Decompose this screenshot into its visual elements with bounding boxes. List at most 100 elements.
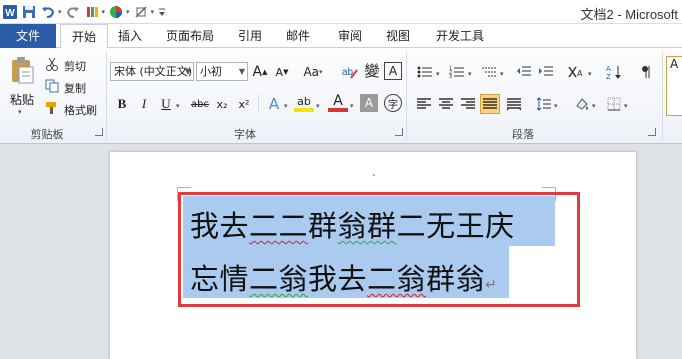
- save-icon[interactable]: [21, 4, 37, 20]
- underline-button[interactable]: U: [156, 94, 176, 114]
- color-dropdown-icon[interactable]: ▾: [126, 8, 130, 16]
- bullets-icon[interactable]: [414, 62, 436, 82]
- phonetic-guide-button[interactable]: 變: [362, 60, 382, 80]
- group-separator: [662, 52, 663, 140]
- align-left-icon[interactable]: [414, 94, 434, 114]
- numbering-dropdown-icon[interactable]: ▾: [468, 70, 472, 78]
- increase-indent-icon[interactable]: [536, 62, 556, 82]
- show-marks-icon[interactable]: [636, 62, 656, 82]
- shrink-font-button[interactable]: A ▼: [272, 62, 292, 82]
- align-right-icon[interactable]: [458, 94, 478, 114]
- subscript-button[interactable]: x₂: [212, 94, 232, 114]
- styles-gallery[interactable]: A: [666, 56, 682, 116]
- paragraph-launcher-icon[interactable]: [648, 128, 656, 136]
- tab-developer[interactable]: 开发工具: [430, 24, 490, 48]
- shading-icon[interactable]: [572, 94, 592, 114]
- tab-mailings[interactable]: 邮件: [280, 24, 316, 48]
- tab-insert[interactable]: 插入: [112, 24, 148, 48]
- format-dropdown-icon[interactable]: ▾: [102, 8, 106, 16]
- font-name-select[interactable]: 宋体 (中文正文) ▼: [110, 62, 194, 81]
- chinese-layout-dropdown-icon[interactable]: ▾: [588, 70, 592, 78]
- text-effect-dropdown-icon[interactable]: ▾: [284, 102, 288, 110]
- multilevel-list-icon[interactable]: [478, 62, 500, 82]
- paste-dropdown-icon[interactable]: ▾: [18, 108, 22, 116]
- strikethrough-button[interactable]: abc: [188, 94, 212, 114]
- color-icon[interactable]: [108, 4, 124, 20]
- numbering-icon[interactable]: 123: [446, 62, 468, 82]
- paragraph-group-label: 段落: [512, 128, 534, 141]
- tab-view[interactable]: 视图: [380, 24, 416, 48]
- redo-icon[interactable]: [65, 4, 81, 20]
- cut-label[interactable]: 剪切: [64, 58, 86, 74]
- font-row-separator: [258, 94, 259, 114]
- format-painter-label[interactable]: 格式刷: [64, 102, 97, 118]
- character-border-button[interactable]: A: [384, 62, 402, 80]
- enclose-characters-button[interactable]: 字: [384, 94, 402, 112]
- font-size-dropdown-icon: ▼: [238, 67, 245, 76]
- clipboard-group-label: 剪贴板: [30, 128, 64, 141]
- italic-button[interactable]: I: [134, 94, 154, 114]
- font-launcher-icon[interactable]: [395, 128, 403, 136]
- ribbon: 粘贴 ▾ 剪切 复制 格式刷 剪贴板 宋体 (中文正文) ▼ 小初 ▼ A ▲ A…: [0, 48, 682, 144]
- customize-icon[interactable]: [157, 4, 167, 20]
- margin-corner-mark: [542, 187, 556, 188]
- font-name-dropdown-icon: ▼: [184, 67, 191, 76]
- font-color-dropdown-icon[interactable]: ▾: [350, 102, 354, 110]
- styles-gallery-preview: A: [670, 57, 679, 71]
- borders-icon[interactable]: [604, 94, 624, 114]
- svg-text:A: A: [606, 65, 611, 73]
- sort-icon[interactable]: AZ: [604, 62, 624, 82]
- paste-icon[interactable]: [8, 54, 36, 86]
- format-painter-icon[interactable]: [84, 4, 100, 20]
- group-separator: [406, 52, 407, 140]
- bold-button[interactable]: B: [112, 94, 132, 114]
- shrink-font-label: A: [275, 65, 284, 79]
- character-shading-button[interactable]: A: [360, 94, 378, 112]
- text-effect-button[interactable]: A: [264, 94, 284, 114]
- font-color-button[interactable]: A: [328, 93, 348, 112]
- tab-file[interactable]: 文件: [0, 24, 56, 48]
- title-bar: W ▾ ▾ ▾ ▾ 文档2 - Microsoft: [0, 0, 682, 24]
- shading-dropdown-icon[interactable]: ▾: [592, 102, 596, 110]
- cursor-dot: [373, 174, 375, 176]
- chinese-layout-icon[interactable]: A: [564, 62, 588, 82]
- paste-label[interactable]: 粘贴: [10, 91, 34, 108]
- font-name-value: 宋体 (中文正文): [114, 65, 193, 78]
- undo-dropdown-icon[interactable]: ▾: [58, 8, 62, 16]
- tab-review[interactable]: 审阅: [332, 24, 368, 48]
- change-case-label: Aa: [303, 65, 320, 79]
- distributed-icon[interactable]: [504, 94, 524, 114]
- tab-page-layout[interactable]: 页面布局: [160, 24, 220, 48]
- margin-corner-mark: [177, 187, 191, 188]
- copy-label[interactable]: 复制: [64, 80, 86, 96]
- decrease-indent-icon[interactable]: [514, 62, 534, 82]
- change-case-button[interactable]: Aa ▾: [300, 62, 326, 82]
- highlight-button[interactable]: ab: [294, 94, 314, 112]
- line-spacing-dropdown-icon[interactable]: ▾: [554, 102, 558, 110]
- tab-home[interactable]: 开始: [60, 24, 108, 49]
- font-size-select[interactable]: 小初 ▼: [196, 62, 248, 81]
- clear-format-button[interactable]: ab: [340, 62, 360, 82]
- ribbon-tabs: 文件 开始 插入 页面布局 引用 邮件 审阅 视图 开发工具: [0, 24, 682, 49]
- copy-icon[interactable]: [44, 78, 60, 94]
- cut-icon[interactable]: [44, 56, 60, 72]
- clipboard-launcher-icon[interactable]: [95, 128, 103, 136]
- underline-dropdown-icon[interactable]: ▾: [176, 102, 180, 110]
- borders-dropdown-icon[interactable]: ▾: [624, 102, 628, 110]
- tab-references[interactable]: 引用: [232, 24, 268, 48]
- line-spacing-icon[interactable]: [534, 94, 554, 114]
- multilevel-dropdown-icon[interactable]: ▾: [500, 70, 504, 78]
- superscript-button[interactable]: x²: [234, 94, 254, 114]
- highlight-dropdown-icon[interactable]: ▾: [316, 102, 320, 110]
- align-center-icon[interactable]: [436, 94, 456, 114]
- justify-icon[interactable]: [480, 94, 500, 114]
- word-icon[interactable]: W: [2, 4, 18, 20]
- clear-dropdown-icon[interactable]: ▾: [151, 8, 155, 16]
- svg-text:A: A: [577, 69, 583, 78]
- grow-font-button[interactable]: A ▲: [250, 62, 270, 82]
- clear-icon[interactable]: [133, 4, 149, 20]
- font-size-value: 小初: [200, 65, 222, 78]
- format-painter-brush-icon[interactable]: [44, 100, 60, 116]
- bullets-dropdown-icon[interactable]: ▾: [436, 70, 440, 78]
- undo-icon[interactable]: [40, 4, 56, 20]
